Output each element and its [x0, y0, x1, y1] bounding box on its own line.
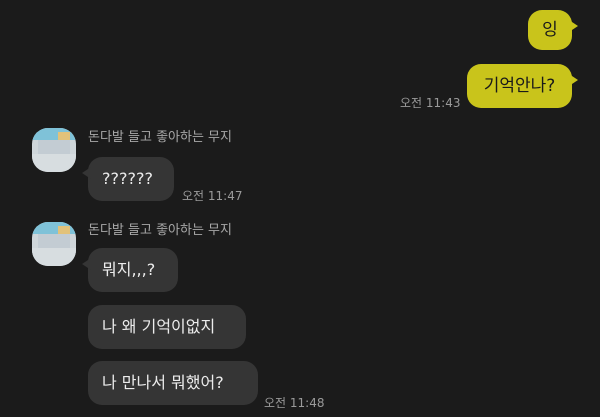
incoming-message[interactable]: 나 만나서 뭐했어?	[88, 361, 258, 405]
message-text: 나 만나서 뭐했어?	[102, 373, 224, 392]
muji-avatar-icon[interactable]	[32, 222, 76, 266]
message-timestamp: 오전 11:43	[400, 96, 461, 110]
sender-name: 돈다발 들고 좋아하는 무지	[88, 223, 232, 238]
chat-screen: 잉 오전 11:43 기억안나? 돈다발 들고 좋아하는 무지 ?????? 오…	[0, 0, 600, 417]
message-text: ??????	[102, 169, 153, 188]
message-text: 기억안나?	[483, 76, 556, 96]
message-timestamp: 오전 11:48	[264, 396, 325, 410]
message-timestamp: 오전 11:47	[182, 189, 243, 203]
message-text: 뭐지,,,?	[102, 260, 156, 279]
message-text: 잉	[542, 20, 558, 40]
outgoing-message[interactable]: 잉	[528, 10, 578, 50]
outgoing-message[interactable]: 기억안나?	[467, 64, 578, 108]
incoming-message[interactable]: 나 왜 기억이없지	[88, 305, 246, 349]
message-text: 나 왜 기억이없지	[102, 317, 216, 336]
incoming-message[interactable]: ??????	[82, 157, 174, 201]
muji-avatar-icon[interactable]	[32, 128, 76, 172]
sender-name: 돈다발 들고 좋아하는 무지	[88, 130, 232, 145]
incoming-message[interactable]: 뭐지,,,?	[82, 248, 178, 292]
